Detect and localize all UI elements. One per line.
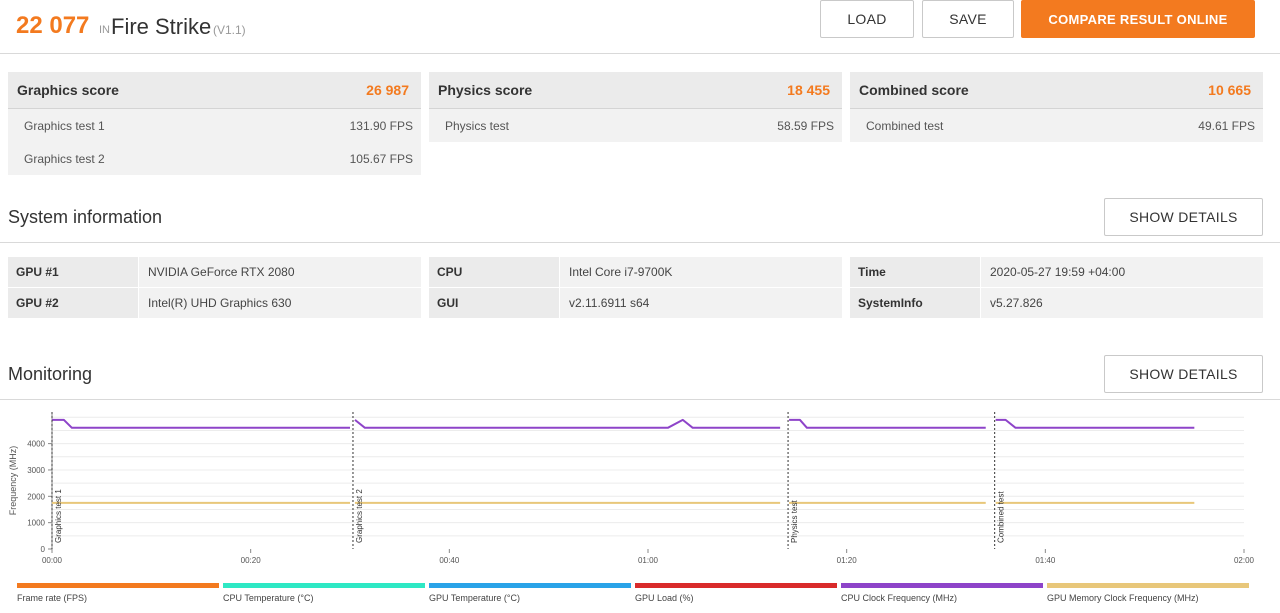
save-button[interactable]: SAVE: [922, 0, 1014, 38]
card-header: Graphics score 26 987: [8, 72, 421, 109]
card-subtest-row: Graphics test 2 105.67 FPS: [8, 142, 421, 175]
legend-label: GPU Temperature (°C): [429, 593, 520, 603]
system-show-details-button[interactable]: SHOW DETAILS: [1104, 198, 1263, 236]
card-header: Combined score 10 665: [850, 72, 1263, 109]
system-info-key: CPU: [429, 257, 559, 287]
graphics-score-card: Graphics score 26 987 Graphics test 1 13…: [8, 72, 421, 175]
load-button[interactable]: LOAD: [820, 0, 914, 38]
in-label: IN: [99, 24, 110, 36]
legend-swatch: [1047, 583, 1249, 588]
system-info-value: NVIDIA GeForce RTX 2080: [139, 257, 421, 287]
legend-swatch: [429, 583, 631, 588]
subtest-name: Combined test: [866, 118, 944, 133]
legend-label: CPU Temperature (°C): [223, 593, 314, 603]
chart-test-marker-label: Graphics test 2: [355, 489, 364, 543]
system-info-row: GUI v2.11.6911 s64: [429, 288, 842, 318]
chart-series-line: [354, 418, 781, 429]
monitoring-chart: 0 1000 2000 3000 4000 Frequency (MHz) 00:00 00:…: [8, 412, 1255, 565]
legend-item[interactable]: Frame rate (FPS): [17, 583, 219, 603]
legend-label: GPU Memory Clock Frequency (MHz): [1047, 593, 1199, 603]
system-info-row: GPU #1 NVIDIA GeForce RTX 2080: [8, 257, 421, 287]
system-info-value: Intel(R) UHD Graphics 630: [139, 288, 421, 318]
chart-y-tick-label: 3000: [27, 466, 45, 475]
system-info-key: SystemInfo: [850, 288, 980, 318]
legend-label: Frame rate (FPS): [17, 593, 88, 603]
card-title: Physics score: [438, 82, 533, 98]
chart-y-axis-label: Frequency (MHz): [8, 446, 18, 516]
legend-swatch: [17, 583, 219, 588]
chart-x-tick-label: 00:40: [439, 556, 460, 565]
chart-x-tick-label: 01:40: [1035, 556, 1056, 565]
system-info-value: 2020-05-27 19:59 +04:00: [981, 257, 1263, 287]
legend-swatch: [841, 583, 1043, 588]
chart-x-tick-label: 00:20: [241, 556, 262, 565]
card-subtest-row: Graphics test 1 131.90 FPS: [8, 109, 421, 142]
system-info-column: GPU #1 NVIDIA GeForce RTX 2080 GPU #2 In…: [8, 257, 421, 319]
system-info-column: Time 2020-05-27 19:59 +04:00 SystemInfo …: [850, 257, 1263, 319]
system-info-key: GPU #2: [8, 288, 138, 318]
legend-item[interactable]: GPU Load (%): [635, 583, 837, 603]
legend-swatch: [223, 583, 425, 588]
legend-label: GPU Load (%): [635, 593, 694, 603]
card-title: Graphics score: [17, 82, 119, 98]
physics-score-card: Physics score 18 455 Physics test 58.59 …: [429, 72, 842, 142]
system-info-value: v2.11.6911 s64: [560, 288, 842, 318]
card-subtest-row: Physics test 58.59 FPS: [429, 109, 842, 142]
subtest-name: Graphics test 1: [24, 118, 105, 133]
system-information-title: System information: [8, 207, 163, 227]
card-title: Combined score: [859, 82, 969, 98]
chart-test-marker-label: Combined test: [997, 491, 1006, 543]
legend-item[interactable]: CPU Clock Frequency (MHz): [841, 583, 1043, 603]
monitoring-title: Monitoring: [8, 364, 93, 384]
chart-series-line: [789, 418, 986, 429]
system-info-value: Intel Core i7-9700K: [560, 257, 842, 287]
result-header: 22 077 IN Fire Strike (V1.1) LOAD SAVE C…: [0, 0, 1280, 54]
system-info-key: GPU #1: [8, 257, 138, 287]
chart-legend: Frame rate (FPS) CPU Temperature (°C) GPU …: [17, 583, 1257, 609]
system-info-row: CPU Intel Core i7-9700K: [429, 257, 842, 287]
chart-series-line: [52, 418, 350, 429]
chart-series-line: [995, 418, 1195, 429]
system-info-key: Time: [850, 257, 980, 287]
card-header: Physics score 18 455: [429, 72, 842, 109]
chart-test-marker-label: Physics test: [790, 500, 799, 543]
subtest-name: Graphics test 2: [24, 151, 105, 166]
chart-y-tick-label: 4000: [27, 440, 45, 449]
chart-y-tick-label: 0: [41, 545, 46, 554]
monitoring-show-details-button[interactable]: SHOW DETAILS: [1104, 355, 1263, 393]
combined-score-card: Combined score 10 665 Combined test 49.6…: [850, 72, 1263, 142]
legend-item[interactable]: GPU Memory Clock Frequency (MHz): [1047, 583, 1249, 603]
overall-score: 22 077: [16, 12, 90, 39]
subtest-name: Physics test: [445, 118, 510, 133]
system-info-value: v5.27.826: [981, 288, 1263, 318]
system-info-row: SystemInfo v5.27.826: [850, 288, 1263, 318]
system-info-column: CPU Intel Core i7-9700K GUI v2.11.6911 s…: [429, 257, 842, 319]
chart-x-tick-label: 00:00: [42, 556, 63, 565]
benchmark-name: Fire Strike: [111, 14, 212, 39]
card-subtest-row: Combined test 49.61 FPS: [850, 109, 1263, 142]
subtest-value: 105.67 FPS: [349, 151, 413, 166]
legend-item[interactable]: GPU Temperature (°C): [429, 583, 631, 603]
card-score: 26 987: [366, 82, 409, 98]
chart-y-tick-label: 1000: [27, 519, 45, 528]
subtest-value: 131.90 FPS: [349, 118, 413, 133]
card-score: 18 455: [787, 82, 830, 98]
divider: [0, 242, 1280, 243]
chart-x-tick-label: 01:00: [638, 556, 659, 565]
card-score: 10 665: [1208, 82, 1251, 98]
system-info-key: GUI: [429, 288, 559, 318]
benchmark-version: (V1.1): [213, 23, 246, 37]
system-info-row: Time 2020-05-27 19:59 +04:00: [850, 257, 1263, 287]
chart-test-marker-label: Graphics test 1: [54, 489, 63, 543]
chart-x-tick-label: 02:00: [1234, 556, 1255, 565]
subtest-value: 49.61 FPS: [1198, 118, 1255, 133]
legend-swatch: [635, 583, 837, 588]
legend-item[interactable]: CPU Temperature (°C): [223, 583, 425, 603]
chart-x-tick-label: 01:20: [837, 556, 858, 565]
compare-result-online-button[interactable]: COMPARE RESULT ONLINE: [1021, 0, 1255, 38]
system-info-row: GPU #2 Intel(R) UHD Graphics 630: [8, 288, 421, 318]
chart-y-tick-label: 2000: [27, 492, 45, 501]
legend-label: CPU Clock Frequency (MHz): [841, 593, 958, 603]
subtest-value: 58.59 FPS: [777, 118, 834, 133]
